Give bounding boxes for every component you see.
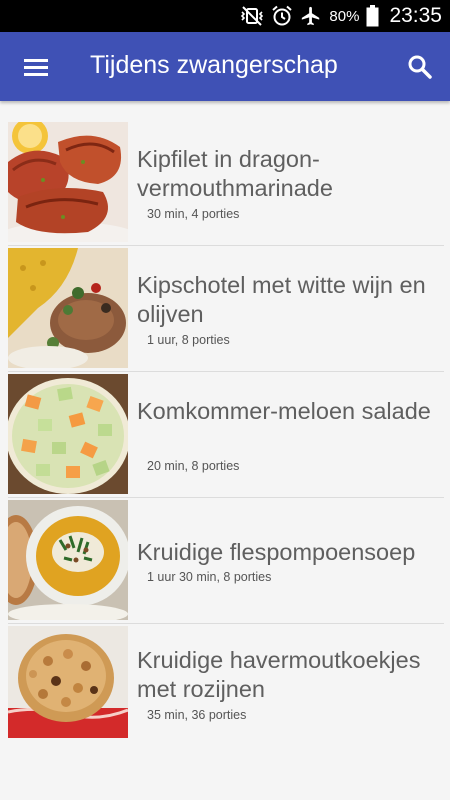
recipe-title: Kruidige havermoutkoekjes met rozijnen [137, 647, 421, 702]
app-bar: Tijdens zwangerschap [0, 32, 450, 101]
recipe-title: Komkommer-meloen salade [137, 398, 431, 424]
page-title: Tijdens zwangerschap [90, 51, 338, 79]
search-icon [408, 55, 432, 79]
recipe-thumbnail-chicken-rice-dish [8, 248, 128, 368]
recipe-thumbnail-grilled-chicken [8, 122, 128, 242]
recipe-thumbnail-pumpkin-soup [8, 500, 128, 620]
recipe-title: Kipfilet in dragon-vermouthmarinade [137, 146, 333, 201]
recipe-thumbnail-oatmeal-cookies [8, 626, 128, 738]
recipe-title: Kruidige flespompoensoep [137, 539, 416, 565]
battery-percentage: 80% [329, 7, 360, 25]
hamburger-menu-button[interactable] [14, 49, 58, 85]
recipe-meta: 1 uur, 8 porties [147, 333, 230, 347]
list-item[interactable]: Kipfilet in dragon-vermouthmarinade 30 m… [0, 101, 450, 246]
battery-icon [366, 5, 379, 27]
list-item[interactable]: Kipschotel met witte wijn en olijven 1 u… [0, 246, 450, 372]
recipe-title: Kipschotel met witte wijn en olijven [137, 272, 426, 327]
list-item[interactable]: Komkommer-meloen salade 20 min, 8 portie… [0, 372, 450, 498]
recipe-list: Kipfilet in dragon-vermouthmarinade 30 m… [0, 101, 450, 750]
status-bar: 80% 23:35 [0, 0, 450, 32]
recipe-meta: 35 min, 36 porties [147, 708, 247, 722]
airplane-mode-icon [300, 5, 322, 27]
recipe-meta: 20 min, 8 porties [147, 459, 240, 473]
mute-vibrate-icon [240, 6, 264, 26]
search-button[interactable] [400, 47, 440, 87]
list-item[interactable]: Kruidige flespompoensoep 1 uur 30 min, 8… [0, 498, 450, 624]
recipe-meta: 30 min, 4 porties [147, 207, 240, 221]
recipe-thumbnail-melon-cucumber-salad [8, 374, 128, 494]
clock: 23:35 [389, 4, 442, 27]
recipe-meta: 1 uur 30 min, 8 porties [147, 570, 272, 584]
alarm-icon [271, 5, 293, 27]
list-item[interactable]: Kruidige havermoutkoekjes met rozijnen 3… [0, 624, 450, 750]
hamburger-menu-icon [24, 59, 48, 76]
